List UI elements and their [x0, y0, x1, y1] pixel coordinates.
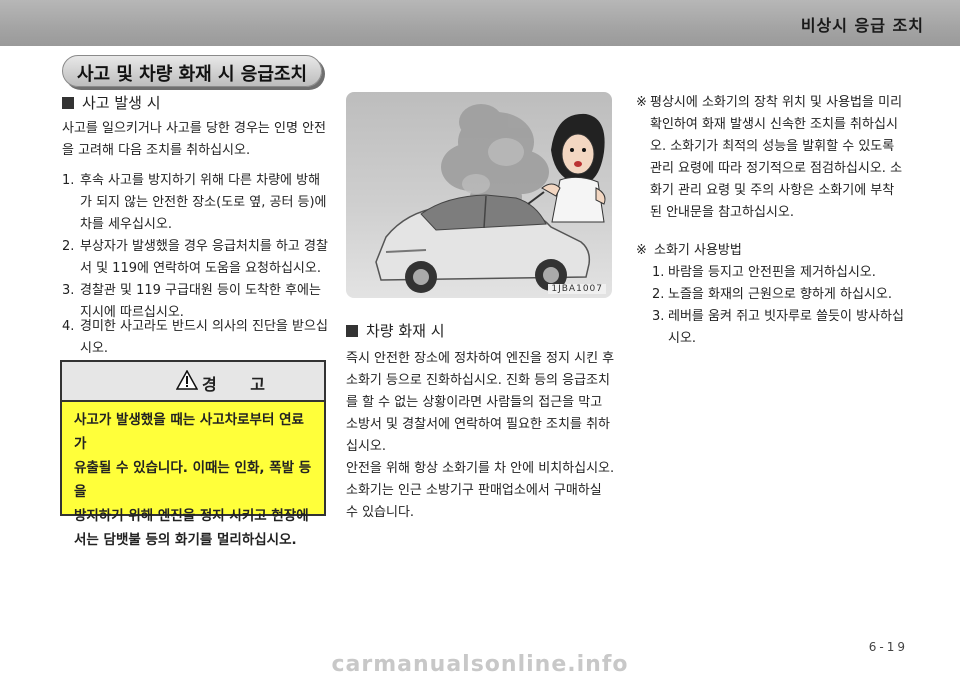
usage-heading: 소화기 사용방법	[654, 243, 742, 258]
warning-header: 경 고	[62, 362, 324, 402]
accident-intro: 사고를 일으키거나 사고를 당한 경우는 인명 안전 을 고려해 다음 조치를 …	[62, 121, 326, 158]
note-fire-extinguisher-care: ※ 평상시에 소화기의 장착 위치 및 사용법을 미리 확인하여 화재 발생시 …	[636, 92, 916, 232]
note-mark: ※	[636, 95, 647, 110]
section-banner-title: 사고 및 차량 화재 시 응급조치	[76, 64, 308, 85]
section-banner: 사고 및 차량 화재 시 응급조치	[62, 55, 322, 87]
warning-box: 경 고 사고가 발생했을 때는 사고차로부터 연료가 유출될 수 있습니다. 이…	[60, 360, 326, 548]
warning-triangle-icon	[176, 370, 198, 390]
fire-heading: 차량 화재 시	[346, 320, 445, 341]
warning-text: 사고가 발생했을 때는 사고차로부터 연료가 유출될 수 있습니다. 이때는 인…	[74, 412, 312, 548]
square-bullet-icon	[346, 325, 358, 337]
usage-step-2: 2. 노즐을 화재의 근원으로 향하게 하십시오.	[652, 287, 892, 302]
chapter-title: 비상시 응급 조치	[800, 16, 924, 35]
fire-body: 즉시 안전한 장소에 정차하여 엔진을 정지 시킨 후 소화기 등으로 진화하십…	[346, 351, 615, 520]
warning-title: 경 고	[202, 375, 280, 394]
car-fire-illustration: 1JBA1007	[346, 92, 612, 298]
header-bar: 비상시 응급 조치	[0, 0, 960, 46]
accident-item-4: 4. 경미한 사고라도 반드시 의사의 진단을 받으십 시오.	[62, 319, 328, 356]
accident-heading: 사고 발생 시	[62, 92, 161, 113]
usage-step-1: 1. 바람을 등지고 안전핀을 제거하십시오.	[652, 265, 876, 280]
watermark: carmanualsonline.info	[331, 652, 629, 677]
accident-item-1: 1. 후속 사고를 방지하기 위해 다른 차량에 방해 가 되지 않는 안전한 …	[62, 173, 327, 232]
car-with-smoke-image	[375, 104, 606, 293]
usage-step-3: 3. 레버를 움켜 쥐고 빗자루로 쓸듯이 방사하십 시오.	[652, 309, 904, 346]
accident-item-2: 2. 부상자가 발생했을 경우 응급처치를 하고 경찰 서 및 119에 연락하…	[62, 239, 328, 276]
illustration-code: 1JBA1007	[548, 284, 606, 294]
note-mark: ※	[636, 243, 647, 258]
square-bullet-icon	[62, 97, 74, 109]
note-extinguisher-usage: ※ 소화기 사용방법	[636, 240, 916, 264]
